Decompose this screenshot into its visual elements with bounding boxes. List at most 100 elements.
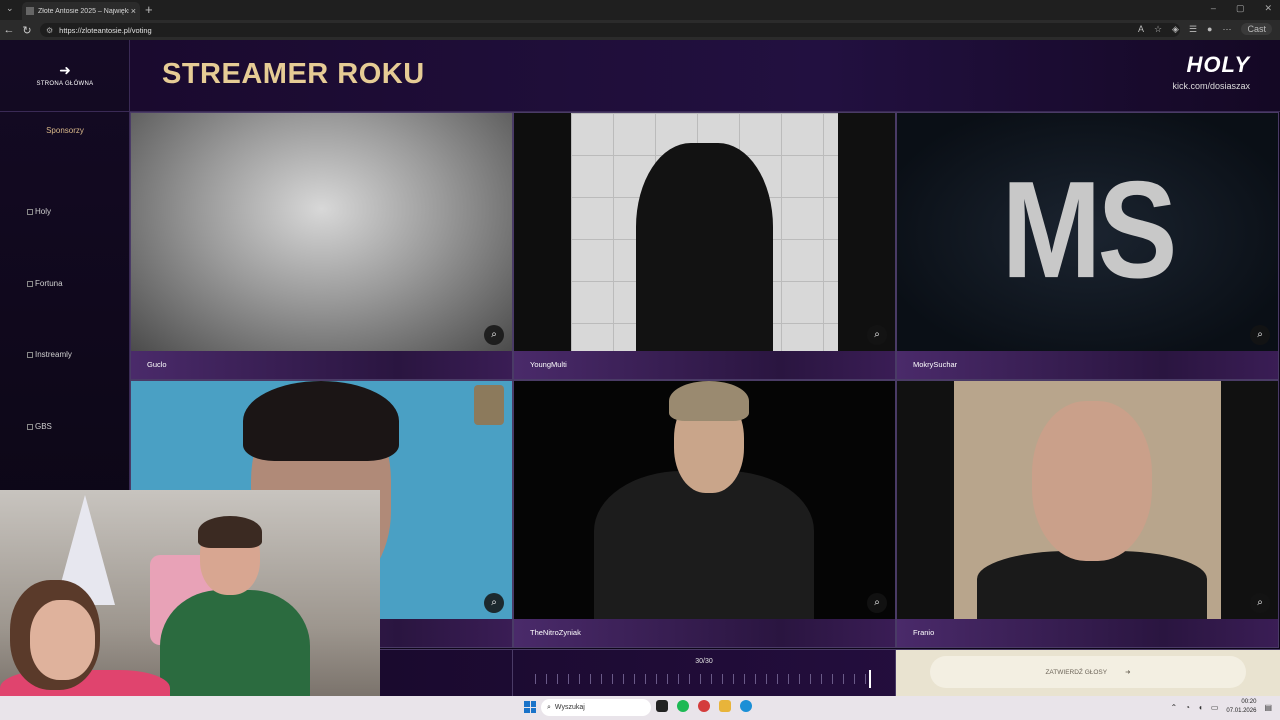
nominee-name: Guclo <box>131 351 512 379</box>
collections-icon[interactable]: ☰ <box>1189 24 1197 35</box>
zoom-icon[interactable]: ⌕ <box>1250 593 1270 613</box>
sponsor-label: Holy <box>35 207 52 216</box>
confirm-label: ZATWIERDŹ GŁOSY <box>1045 668 1108 676</box>
broken-image-icon <box>27 351 33 358</box>
streamer-person <box>160 516 310 720</box>
sponsor-holy[interactable]: Holy <box>27 207 51 216</box>
search-icon: ⌕ <box>547 703 551 711</box>
home-link[interactable]: ➜ STRONA GŁÓWNA <box>0 40 130 112</box>
broken-image-icon <box>27 208 33 215</box>
sponsor-gbs[interactable]: GBS <box>27 422 52 431</box>
search-placeholder: Wyszukaj <box>554 704 585 711</box>
zoom-icon[interactable]: ⌕ <box>1250 325 1270 345</box>
nominee-initials: MS <box>1001 152 1178 308</box>
sponsor-label: GBS <box>35 422 52 431</box>
close-window-icon[interactable]: ✕ <box>1264 3 1272 14</box>
taskbar-search[interactable]: ⌕ Wyszukaj <box>541 699 651 716</box>
brand-logo: HOLY <box>1186 52 1250 77</box>
nominee-photo <box>514 113 895 353</box>
edge-browser-icon[interactable] <box>740 700 752 712</box>
system-tray: ⌃ ◔ ◖ ▭ 00:20 07.01.2026 ▤ <box>1170 698 1272 716</box>
broken-image-icon <box>27 423 33 430</box>
close-tab-icon[interactable]: × <box>131 6 136 16</box>
confirm-area: ZATWIERDŹ GŁOSY ➜ <box>896 650 1280 697</box>
avatar-badge-icon <box>474 385 504 425</box>
volume-icon[interactable]: ◖ <box>1198 703 1203 712</box>
nominee-name: TheNitroZyniak <box>514 619 895 647</box>
nominee-photo <box>897 381 1278 621</box>
nominee-name: MokrySuchar <box>897 351 1278 379</box>
nominee-photo <box>514 381 895 621</box>
new-tab-icon[interactable]: + <box>145 2 153 18</box>
nominee-name: Franio <box>897 619 1278 647</box>
browser-tab-bar: ⌄ Złote Antosie 2025 – Największy × + – … <box>0 0 1280 20</box>
file-explorer-icon[interactable] <box>719 700 731 712</box>
webcam-overlay <box>0 490 380 720</box>
reload-icon[interactable]: ↻ <box>18 24 36 37</box>
nominee-card[interactable]: MS ⌕ MokrySuchar <box>896 112 1279 380</box>
nominee-name: YoungMulti <box>514 351 895 379</box>
vote-footer: 30/30 ZATWIERDŹ GŁOSY ➜ <box>380 649 1280 697</box>
cast-button[interactable]: Cast <box>1241 23 1272 35</box>
profile-icon[interactable]: ● <box>1207 24 1212 34</box>
nominee-photo <box>131 113 512 353</box>
sponsor-fortuna[interactable]: Fortuna <box>27 279 63 288</box>
back-icon[interactable]: ← <box>0 24 18 36</box>
address-bar-row: ← ↻ ⚙ https://zloteantosie.pl/voting A ☆… <box>0 20 1280 40</box>
url-text: https://zloteantosie.pl/voting <box>59 25 152 35</box>
site-favicon-icon <box>26 7 34 15</box>
home-label: STRONA GŁÓWNA <box>36 81 94 87</box>
favorite-icon[interactable]: ☆ <box>1154 24 1162 35</box>
progress-ticks <box>535 674 875 684</box>
spotify-icon[interactable] <box>677 700 689 712</box>
extensions-icon[interactable]: ◈ <box>1172 24 1179 35</box>
browser-tab[interactable]: Złote Antosie 2025 – Największy × <box>22 2 140 20</box>
sponsor-label: Fortuna <box>35 279 63 288</box>
more-icon[interactable]: ⋯ <box>1222 24 1231 35</box>
nominee-card[interactable]: ⌕ YoungMulti <box>513 112 896 380</box>
arrow-left-icon: ➜ <box>59 62 71 78</box>
category-header: STREAMER ROKU HOLY kick.com/dosiaszax <box>130 40 1280 112</box>
nominee-card[interactable]: ⌕ TheNitroZyniak <box>513 380 896 648</box>
sponsor-instreamly[interactable]: Instreamly <box>27 350 72 359</box>
window-controls: – ▢ ✕ <box>1211 3 1272 14</box>
app-icon[interactable] <box>698 700 710 712</box>
task-view-icon[interactable] <box>656 700 668 712</box>
taskbar-apps <box>656 700 752 712</box>
vote-counter: 30/30 <box>512 650 896 697</box>
maximize-icon[interactable]: ▢ <box>1236 3 1245 14</box>
zoom-icon[interactable]: ⌕ <box>484 593 504 613</box>
kick-channel-text: kick.com/dosiaszax <box>1172 81 1250 91</box>
arrow-right-icon: ➜ <box>1125 669 1131 676</box>
clock-date: 07.01.2026 <box>1226 708 1257 714</box>
clock[interactable]: 00:20 07.01.2026 <box>1226 698 1256 716</box>
notifications-icon[interactable]: ▤ <box>1264 703 1272 712</box>
clock-time: 00:20 <box>1241 699 1257 705</box>
chevron-up-icon[interactable]: ⌃ <box>1170 703 1177 712</box>
network-icon[interactable]: ◔ <box>1185 703 1190 712</box>
site-info-icon[interactable]: ⚙ <box>46 26 53 35</box>
sponsor-label: Instreamly <box>35 350 72 359</box>
nominee-card[interactable]: ⌕ Guclo <box>130 112 513 380</box>
tab-menu-icon[interactable]: ⌄ <box>6 3 14 14</box>
read-aloud-icon[interactable]: A <box>1138 24 1144 34</box>
nominee-card[interactable]: ⌕ Franio <box>896 380 1279 648</box>
minimize-icon[interactable]: – <box>1211 3 1216 14</box>
broken-image-icon <box>27 280 33 287</box>
battery-icon[interactable]: ▭ <box>1211 703 1219 712</box>
zoom-icon[interactable]: ⌕ <box>484 325 504 345</box>
sponsors-title: Sponsorzy <box>46 126 84 135</box>
tab-title: Złote Antosie 2025 – Największy <box>38 7 129 15</box>
url-field[interactable]: ⚙ https://zloteantosie.pl/voting <box>40 23 1180 37</box>
zoom-icon[interactable]: ⌕ <box>867 325 887 345</box>
confirm-votes-button[interactable]: ZATWIERDŹ GŁOSY ➜ <box>930 656 1246 688</box>
nominee-photo: MS <box>897 113 1278 353</box>
progress-marker <box>869 670 871 688</box>
vote-count: 30/30 <box>695 658 713 665</box>
zoom-icon[interactable]: ⌕ <box>867 593 887 613</box>
extensions-area: A ☆ ◈ ☰ ● ⋯ Cast <box>1138 23 1272 35</box>
windows-taskbar: ⌕ Wyszukaj ⌃ ◔ ◖ ▭ 00:20 07.01.2026 ▤ <box>0 696 1280 720</box>
windows-start-icon[interactable] <box>524 701 536 713</box>
category-title: STREAMER ROKU <box>162 58 425 90</box>
stream-brand-overlay: HOLY kick.com/dosiaszax <box>1172 52 1250 91</box>
